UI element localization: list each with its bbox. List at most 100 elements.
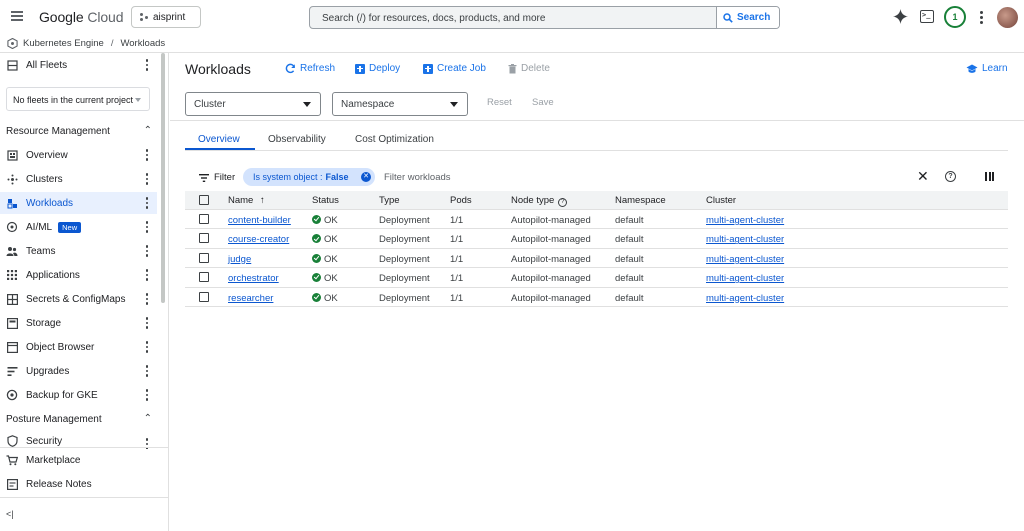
sidebar-item-backup-for-gke[interactable]: Backup for GKE	[0, 384, 157, 406]
section-label: Posture Management	[6, 414, 102, 425]
more-options-icon[interactable]	[142, 173, 152, 185]
cluster-link[interactable]: multi-agent-cluster	[706, 273, 784, 284]
more-options-icon[interactable]	[142, 149, 152, 161]
more-options-icon[interactable]	[142, 197, 152, 209]
column-header-namespace[interactable]: Namespace	[615, 195, 666, 206]
workload-name-link[interactable]: researcher	[228, 293, 273, 304]
collapse-sidebar-button[interactable]: <|	[0, 503, 157, 525]
cluster-link[interactable]: multi-agent-cluster	[706, 215, 784, 226]
collapse-sidebar-icon: <|	[6, 509, 14, 519]
sidebar-item-label: All Fleets	[26, 59, 68, 71]
cluster-link[interactable]: multi-agent-cluster	[706, 254, 784, 265]
column-header-type[interactable]: Type	[379, 195, 400, 206]
filter-workloads-input[interactable]: Filter workloads	[384, 172, 451, 183]
object-browser-icon	[6, 341, 18, 353]
notifications-badge[interactable]: 1	[944, 6, 966, 28]
row-checkbox[interactable]	[199, 233, 209, 244]
sidebar-item-clusters[interactable]: Clusters	[0, 168, 157, 190]
sidebar-item-release-notes[interactable]: Release Notes	[0, 473, 157, 495]
refresh-button[interactable]: Refresh	[285, 63, 335, 74]
account-avatar[interactable]	[997, 7, 1018, 28]
node-type-cell: Autopilot-managed	[511, 273, 591, 285]
breadcrumb-parent[interactable]: Kubernetes Engine	[23, 38, 104, 49]
sidebar-item-secrets-configmaps[interactable]: Secrets & ConfigMaps	[0, 288, 157, 310]
more-options-icon[interactable]	[142, 269, 152, 281]
learn-button[interactable]: Learn	[966, 63, 1008, 74]
google-cloud-logo[interactable]: Google Cloud	[39, 9, 124, 25]
chevron-up-icon: ⌃	[143, 125, 152, 136]
workload-name-link[interactable]: judge	[228, 254, 251, 265]
sidebar-scrollbar[interactable]	[161, 53, 165, 303]
chip-remove-icon[interactable]: ✕	[361, 172, 371, 182]
more-options-icon[interactable]	[142, 221, 152, 233]
workload-name-link[interactable]: orchestrator	[228, 273, 279, 284]
fleet-select[interactable]: No fleets in the current project	[6, 87, 150, 111]
more-options-icon[interactable]	[142, 317, 152, 329]
search-input[interactable]: Search (/) for resources, docs, products…	[309, 6, 780, 29]
select-all-checkbox[interactable]	[199, 195, 209, 205]
row-checkbox[interactable]	[199, 272, 209, 283]
column-display-icon[interactable]	[985, 172, 994, 181]
cluster-link[interactable]: multi-agent-cluster	[706, 234, 784, 245]
sidebar-item-all-fleets[interactable]: All Fleets	[0, 54, 157, 76]
filter-button[interactable]: Filter	[199, 172, 235, 183]
check-circle-icon	[312, 273, 321, 283]
deploy-button[interactable]: Deploy	[355, 63, 400, 74]
section-resource-management[interactable]: Resource Management ⌃	[6, 125, 154, 137]
tab-observability[interactable]: Observability	[268, 134, 326, 145]
more-options-icon[interactable]	[142, 389, 152, 401]
column-header-status[interactable]: Status	[312, 195, 339, 206]
chip-value: False	[325, 172, 349, 182]
sidebar-item-object-browser[interactable]: Object Browser	[0, 336, 157, 358]
reset-button[interactable]: Reset	[487, 97, 512, 108]
sidebar-divider	[0, 497, 169, 498]
sidebar-item-workloads[interactable]: Workloads	[0, 192, 157, 214]
sidebar-item-storage[interactable]: Storage	[0, 312, 157, 334]
workload-name-link[interactable]: course-creator	[228, 234, 289, 245]
filter-chip-system-object[interactable]: Is system object : False ✕	[243, 168, 375, 186]
section-posture-management[interactable]: Posture Management ⌃	[6, 413, 154, 425]
sidebar-item-upgrades[interactable]: Upgrades	[0, 360, 157, 382]
main-menu-icon[interactable]	[11, 11, 23, 21]
sidebar-item-marketplace[interactable]: Marketplace	[0, 449, 157, 471]
create-job-button[interactable]: Create Job	[423, 63, 486, 74]
project-picker-button[interactable]: aisprint	[131, 6, 201, 28]
clear-filter-icon[interactable]: ✕	[917, 168, 929, 185]
workload-name-link[interactable]: content-builder	[228, 215, 291, 226]
column-header-cluster[interactable]: Cluster	[706, 195, 736, 206]
fleet-icon	[6, 59, 18, 71]
column-header-name[interactable]: Name ↑	[228, 195, 265, 206]
more-options-icon[interactable]	[976, 10, 986, 24]
more-options-icon[interactable]	[142, 245, 152, 257]
row-checkbox[interactable]	[199, 214, 209, 224]
more-options-icon[interactable]	[142, 59, 152, 71]
delete-button[interactable]: Delete	[508, 63, 550, 74]
save-button[interactable]: Save	[532, 97, 554, 108]
more-options-icon[interactable]	[142, 293, 152, 305]
sidebar-item-overview[interactable]: Overview	[0, 144, 157, 166]
tab-cost-optimization[interactable]: Cost Optimization	[355, 134, 434, 145]
cluster-link[interactable]: multi-agent-cluster	[706, 293, 784, 304]
fleet-select-value: No fleets in the current project	[13, 95, 134, 105]
search-button[interactable]: Search	[716, 7, 779, 28]
sidebar-item-teams[interactable]: Teams	[0, 240, 157, 262]
more-options-icon[interactable]	[142, 365, 152, 377]
tab-overview[interactable]: Overview	[198, 134, 240, 145]
sidebar-item-applications[interactable]: Applications	[0, 264, 157, 286]
column-header-node-type[interactable]: Node type?	[511, 195, 568, 207]
row-checkbox[interactable]	[199, 252, 209, 263]
pods-cell: 1/1	[450, 215, 464, 226]
sidebar-item-ai-ml[interactable]: AI/ML New	[0, 216, 157, 238]
more-options-icon[interactable]	[142, 341, 152, 353]
table-row: orchestrator OK Deployment 1/1 Autopilot…	[185, 268, 1008, 288]
cloud-shell-icon[interactable]: >_	[920, 10, 934, 23]
help-icon[interactable]: ?	[945, 171, 956, 182]
namespace-cell: default	[615, 292, 644, 304]
help-icon[interactable]: ?	[558, 198, 568, 207]
ai-ml-icon	[6, 221, 18, 233]
namespace-select[interactable]: Namespace	[332, 92, 468, 116]
gemini-sparkle-icon[interactable]	[893, 9, 908, 24]
row-checkbox[interactable]	[199, 291, 209, 302]
cluster-select[interactable]: Cluster	[185, 92, 321, 116]
column-header-pods[interactable]: Pods	[450, 195, 472, 206]
